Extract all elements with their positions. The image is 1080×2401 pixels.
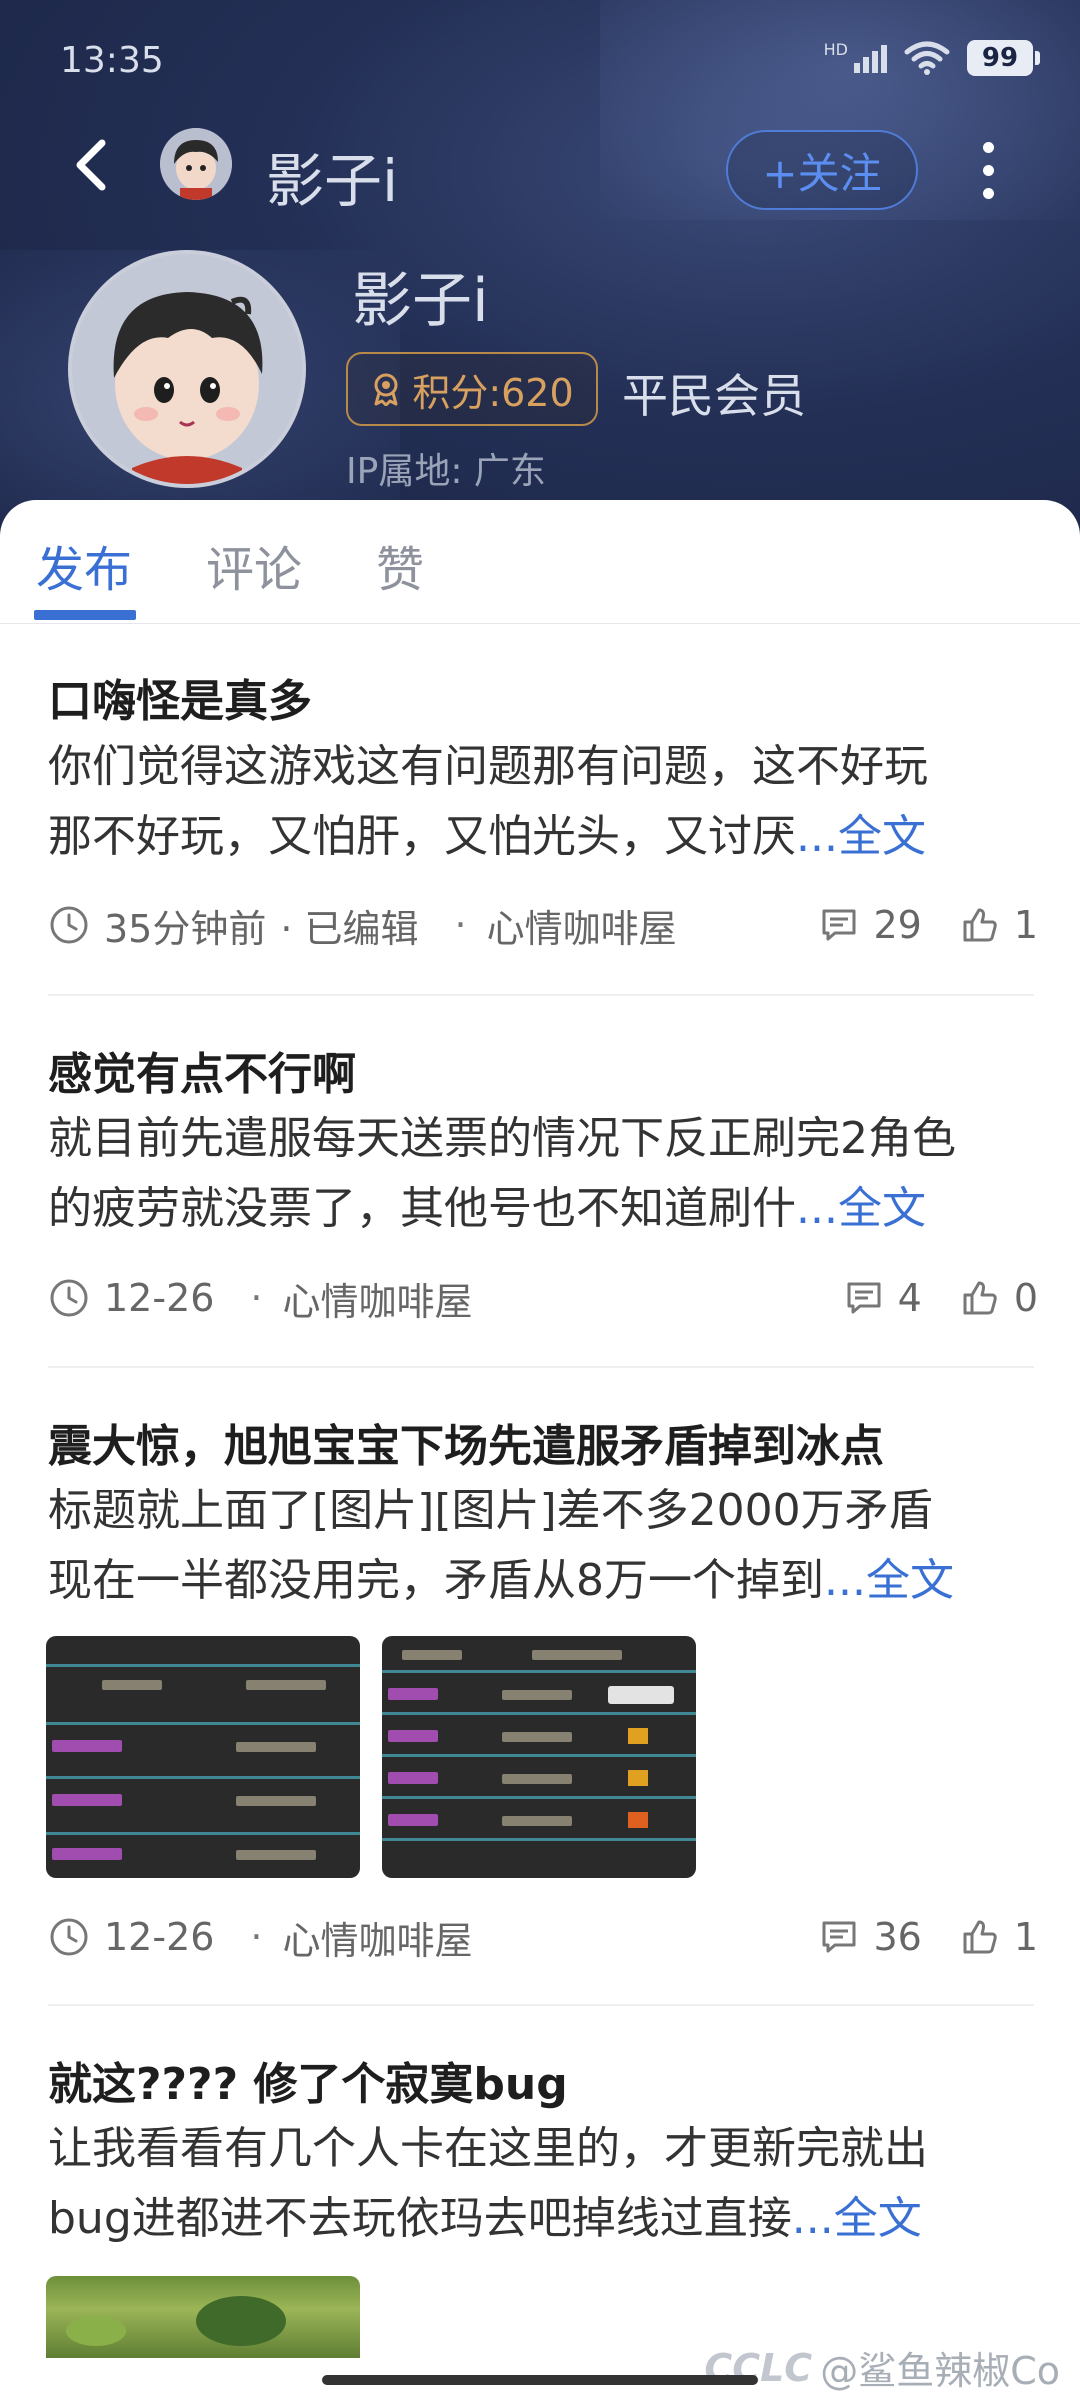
post-time: 35分钟前: [104, 906, 267, 951]
meta-separator: ·: [454, 903, 467, 947]
post-meta: 12-26 · 心情咖啡屋 36 1: [48, 1907, 1038, 1967]
post-excerpt: 让我看看有几个人卡在这里的，才更新完就出 bug进都进不去玩依玛去吧掉线过直接.…: [48, 2114, 1038, 2254]
forum-name[interactable]: 心情咖啡屋: [283, 1910, 473, 1965]
points-text: 积分:620: [412, 370, 574, 415]
meta-separator: ·: [250, 1276, 263, 1320]
post-image[interactable]: [46, 2276, 360, 2358]
profile-header: 13:35 HD 99 影子i +关注 影子i 积分:620 平民会员 IP属地…: [0, 0, 1080, 560]
divider: [48, 2004, 1034, 2006]
forum-name[interactable]: 心情咖啡屋: [487, 898, 677, 953]
like-count: 1: [1013, 903, 1038, 947]
comment-icon[interactable]: [819, 1917, 859, 1957]
post-excerpt: 标题就上面了[图片][图片]差不多2000万矛盾 现在一半都没用完，矛盾从8万一…: [48, 1476, 1038, 1616]
divider: [48, 1366, 1034, 1368]
post-excerpt: 你们觉得这游戏这有问题那有问题，这不好玩 那不好玩，又怕肝，又怕光头，又讨厌..…: [48, 732, 1038, 872]
read-more-link[interactable]: ...全文: [792, 2193, 922, 2244]
like-count: 0: [1013, 1276, 1038, 1320]
comment-count: 36: [873, 1915, 922, 1959]
like-icon[interactable]: [960, 1278, 1000, 1318]
comment-icon[interactable]: [844, 1278, 884, 1318]
tab-bar: 发布 评论 赞: [0, 500, 1080, 624]
post-image[interactable]: [382, 1636, 696, 1878]
post-image[interactable]: [46, 1636, 360, 1878]
post-excerpt: 就目前先遣服每天送票的情况下反正刷完2角色 的疲劳就没票了，其他号也不知道刷什.…: [48, 1104, 1038, 1244]
divider: [48, 994, 1034, 996]
more-dots-icon: [982, 141, 994, 153]
excerpt-line: 那不好玩，又怕肝，又怕光头，又讨厌: [48, 811, 796, 862]
excerpt-line: 让我看看有几个人卡在这里的，才更新完就出: [48, 2123, 928, 2174]
points-badge[interactable]: 积分:620: [346, 352, 598, 426]
excerpt-line: 现在一半都没用完，矛盾从8万一个掉到: [48, 1555, 824, 1606]
ip-location: IP属地: 广东: [346, 451, 546, 492]
post-title: 震大惊，旭旭宝宝下场先遣服矛盾掉到冰点: [48, 1421, 884, 1472]
network-label: HD: [823, 40, 848, 59]
tab-comments[interactable]: 评论: [206, 530, 302, 600]
content-panel: 发布 评论 赞 口嗨怪是真多 你们觉得这游戏这有问题那有问题，这不好玩 那不好玩…: [0, 500, 1080, 2401]
edited-label: · 已编辑: [280, 906, 419, 951]
excerpt-line: 你们觉得这游戏这有问题那有问题，这不好玩: [48, 741, 928, 792]
clock-icon: [50, 1918, 88, 1956]
watermark-text: @鲨鱼辣椒Co: [820, 2349, 1060, 2393]
medal-icon: [374, 373, 398, 406]
post-title: 感觉有点不行啊: [48, 1049, 356, 1100]
excerpt-line: 就目前先遣服每天送票的情况下反正刷完2角色: [48, 1113, 956, 1164]
post-meta: 35分钟前 · 已编辑 · 心情咖啡屋 29 1: [48, 895, 1038, 955]
status-time: 13:35: [60, 40, 164, 81]
member-level: 平民会员: [622, 369, 806, 423]
follow-button[interactable]: +关注: [726, 130, 918, 210]
comment-icon[interactable]: [819, 905, 859, 945]
status-icons: HD 99: [824, 40, 1040, 76]
clock-icon: [50, 906, 88, 944]
excerpt-line: 标题就上面了[图片][图片]差不多2000万矛盾: [48, 1485, 933, 1536]
tab-posts[interactable]: 发布: [36, 530, 132, 600]
battery-icon: 99: [967, 40, 1033, 76]
comment-count: 4: [897, 1276, 922, 1320]
more-options-button[interactable]: [970, 130, 1006, 210]
profile-name: 影子i: [352, 266, 489, 336]
post-title: 口嗨怪是真多: [48, 676, 312, 727]
like-icon[interactable]: [960, 905, 1000, 945]
like-count: 1: [1013, 1915, 1038, 1959]
post-title: 就这???? 修了个寂寞bug: [48, 2059, 568, 2110]
comment-count: 29: [873, 903, 922, 947]
excerpt-line: bug进都进不去玩依玛去吧掉线过直接: [48, 2193, 792, 2244]
back-button[interactable]: [60, 130, 120, 200]
profile-avatar[interactable]: [68, 250, 306, 488]
read-more-link[interactable]: ...全文: [796, 1183, 926, 1234]
back-arrow-icon: [76, 139, 106, 191]
status-bar: 13:35 HD 99: [0, 0, 1080, 120]
home-indicator[interactable]: [322, 2375, 758, 2385]
watermark: CCLC @鲨鱼辣椒Co: [704, 2340, 1060, 2395]
wifi-icon: [904, 41, 950, 75]
signal-icon: [854, 43, 887, 73]
tab-likes[interactable]: 赞: [376, 530, 424, 600]
meta-separator: ·: [250, 1915, 263, 1959]
active-tab-indicator: [34, 610, 136, 620]
like-icon[interactable]: [960, 1917, 1000, 1957]
excerpt-line: 的疲劳就没票了，其他号也不知道刷什: [48, 1183, 796, 1234]
read-more-link[interactable]: ...全文: [796, 811, 926, 862]
nav-avatar[interactable]: [160, 128, 232, 200]
clock-icon: [50, 1279, 88, 1317]
post-time: 12-26: [104, 1276, 215, 1320]
read-more-link[interactable]: ...全文: [824, 1555, 954, 1606]
nav-title: 影子i: [266, 147, 399, 215]
forum-name[interactable]: 心情咖啡屋: [283, 1271, 473, 1326]
post-meta: 12-26 · 心情咖啡屋 4 0: [48, 1268, 1038, 1328]
post-time: 12-26: [104, 1915, 215, 1959]
